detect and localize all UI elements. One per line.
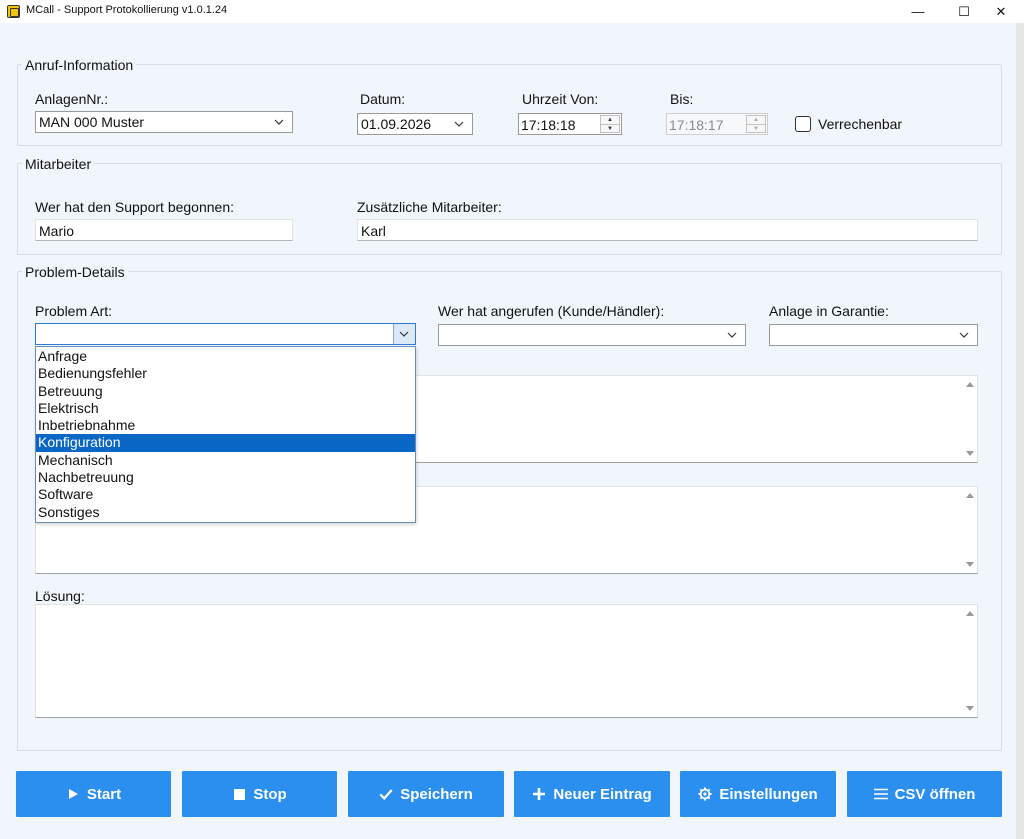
gear-icon [698, 787, 712, 801]
stop-button-label: Stop [253, 785, 287, 803]
window-title: MCall - Support Protokollierung v1.0.1.2… [26, 4, 228, 16]
uhrzeit-von-label: Uhrzeit Von: [522, 91, 599, 107]
datum-picker[interactable]: 01.09.2026 [357, 113, 473, 135]
anrufer-combobox[interactable] [438, 324, 746, 346]
speichern-button-label: Speichern [400, 785, 473, 803]
problem-art-dropdown-button[interactable] [393, 324, 415, 344]
stop-icon [232, 787, 246, 801]
chevron-down-icon [454, 121, 464, 127]
uhrzeit-von-spin-buttons[interactable]: ▲ ▼ [600, 115, 620, 133]
loesung-label: Lösung: [35, 588, 85, 604]
datum-value: 01.09.2026 [361, 116, 432, 132]
chevron-down-icon [959, 332, 969, 338]
bis-value: 17:18:17 [669, 117, 724, 133]
bis-label: Bis: [670, 91, 694, 107]
anlagen-nr-label: AnlagenNr.: [35, 91, 109, 107]
stop-button[interactable]: Stop [182, 771, 337, 817]
einstellungen-button-label: Einstellungen [719, 785, 818, 803]
scroll-up-icon[interactable] [966, 493, 974, 498]
problem-art-dropdown-list[interactable]: Anfrage Bedienungsfehler Betreuung Elektris… [35, 346, 416, 523]
start-button[interactable]: Start [16, 771, 171, 817]
app-icon [7, 5, 20, 18]
anlagen-nr-value: MAN 000 Muster [39, 114, 145, 130]
support-begonnen-input[interactable]: Mario [35, 219, 293, 241]
dropdown-item-nachbetreuung[interactable]: Nachbetreuung [36, 469, 415, 486]
loesung-textarea[interactable] [35, 604, 978, 718]
scroll-down-icon[interactable] [966, 451, 974, 456]
scroll-down-icon[interactable] [966, 562, 974, 567]
speichern-button[interactable]: Speichern [348, 771, 504, 817]
problem-art-label: Problem Art: [35, 303, 113, 319]
anlagen-nr-combobox[interactable]: MAN 000 Muster [35, 111, 293, 133]
zusaetzliche-mitarbeiter-input[interactable]: Karl [357, 219, 978, 241]
chevron-down-icon [727, 332, 737, 338]
dropdown-item-konfiguration[interactable]: Konfiguration [36, 434, 415, 452]
spin-up-icon: ▲ [753, 117, 759, 123]
uhrzeit-von-spinner[interactable]: 17:18:18 ▲ ▼ [518, 113, 622, 135]
spin-up-icon[interactable]: ▲ [601, 116, 619, 124]
dropdown-item-elektrisch[interactable]: Elektrisch [36, 400, 415, 417]
scroll-up-icon[interactable] [966, 611, 974, 616]
minimize-button[interactable]: — [895, 0, 941, 23]
spin-down-icon: ▼ [747, 124, 765, 132]
support-begonnen-label: Wer hat den Support begonnen: [35, 199, 235, 215]
start-button-label: Start [86, 785, 122, 803]
verrechenbar-checkbox[interactable] [795, 116, 811, 132]
dropdown-item-sonstiges[interactable]: Sonstiges [36, 504, 415, 521]
einstellungen-button[interactable]: Einstellungen [680, 771, 836, 817]
problem-details-legend: Problem-Details [22, 264, 128, 280]
garantie-combobox[interactable] [769, 324, 978, 346]
garantie-label: Anlage in Garantie: [769, 303, 889, 319]
scroll-up-icon[interactable] [966, 382, 974, 387]
title-bar: MCall - Support Protokollierung v1.0.1.2… [0, 0, 1024, 23]
dropdown-item-anfrage[interactable]: Anfrage [36, 348, 415, 365]
bis-spin-buttons: ▲ ▼ [746, 115, 766, 133]
scroll-down-icon[interactable] [966, 706, 974, 711]
close-button[interactable]: ✕ [978, 0, 1024, 23]
chevron-down-icon [399, 331, 409, 337]
dropdown-item-software[interactable]: Software [36, 486, 415, 503]
plus-icon [532, 787, 546, 801]
zusaetzliche-mitarbeiter-label: Zusätzliche Mitarbeiter: [357, 199, 502, 215]
dropdown-item-bedienungsfehler[interactable]: Bedienungsfehler [36, 365, 415, 382]
play-icon [66, 787, 80, 801]
dropdown-item-mechanisch[interactable]: Mechanisch [36, 452, 415, 469]
textarea-scrollbar[interactable] [963, 487, 977, 573]
menu-icon [873, 787, 888, 801]
problem-art-combobox[interactable] [35, 323, 416, 345]
csv-oeffnen-button-label: CSV öffnen [894, 785, 976, 803]
support-begonnen-value: Mario [39, 223, 75, 239]
window-edge [1016, 23, 1024, 839]
spin-down-icon[interactable]: ▼ [601, 124, 619, 132]
datum-label: Datum: [360, 91, 406, 107]
bis-spinner: 17:18:17 ▲ ▼ [666, 113, 768, 135]
neuer-eintrag-button[interactable]: Neuer Eintrag [514, 771, 670, 817]
checkmark-icon [379, 787, 393, 801]
anruf-information-legend: Anruf-Information [22, 57, 137, 73]
verrechenbar-label[interactable]: Verrechenbar [818, 116, 902, 132]
csv-oeffnen-button[interactable]: CSV öffnen [847, 771, 1002, 817]
textarea-scrollbar[interactable] [963, 376, 977, 462]
neuer-eintrag-button-label: Neuer Eintrag [553, 785, 652, 803]
anrufer-label: Wer hat angerufen (Kunde/Händler): [438, 303, 665, 319]
textarea-scrollbar[interactable] [963, 605, 977, 717]
chevron-down-icon [274, 119, 284, 125]
dropdown-item-betreuung[interactable]: Betreuung [36, 383, 415, 400]
dropdown-item-inbetriebnahme[interactable]: Inbetriebnahme [36, 417, 415, 434]
mitarbeiter-legend: Mitarbeiter [22, 156, 95, 172]
anruf-information-group [17, 64, 1002, 146]
zusaetzliche-mitarbeiter-value: Karl [361, 223, 386, 239]
uhrzeit-von-value: 17:18:18 [521, 117, 576, 133]
